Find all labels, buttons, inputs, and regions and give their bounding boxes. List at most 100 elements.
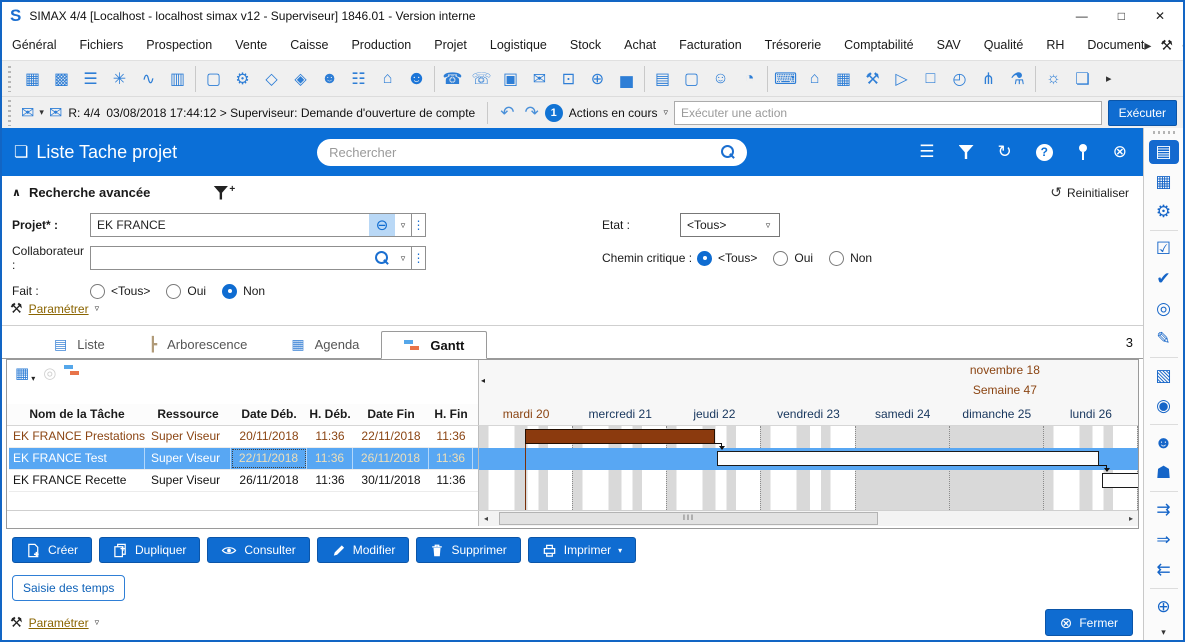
timeline-collapse-icon[interactable]: ◂ [481, 376, 485, 385]
planning-grid-icon[interactable]: ▩ [47, 66, 76, 92]
undo-icon[interactable]: ↶ [500, 103, 514, 123]
scheduler-icon[interactable]: ◴ [945, 66, 974, 92]
view-button[interactable]: Consulter [207, 537, 309, 563]
collaborateur-options-button[interactable]: ⋮ [412, 246, 426, 270]
mail-flash-icon[interactable]: ✉ [49, 103, 62, 123]
factory-icon[interactable]: ⌂ [800, 66, 829, 92]
radio-tous[interactable]: <Tous> [697, 251, 757, 266]
wrench-tool-icon[interactable]: ⚒ [858, 66, 887, 92]
document-time-icon[interactable]: ◔ [735, 66, 764, 92]
execute-button[interactable]: Exécuter [1108, 100, 1177, 126]
edit-button[interactable]: Modifier [317, 537, 410, 563]
close-button[interactable]: ✕ [1155, 9, 1165, 23]
menu-rh[interactable]: RH [1046, 38, 1064, 52]
chart-curve-icon[interactable]: ∿ [134, 66, 163, 92]
minimize-button[interactable]: — [1076, 9, 1088, 23]
blocks-icon[interactable]: ▧ [1149, 364, 1179, 388]
shield-user-icon[interactable]: ☗ [1149, 461, 1179, 485]
create-button[interactable]: Créer [12, 537, 92, 563]
calendar-icon[interactable]: ▦ [18, 66, 47, 92]
menu-général[interactable]: Général [12, 38, 56, 52]
parametrer-link-top[interactable]: ⚒ Paramétrer ▿ [10, 300, 99, 317]
menu-trésorerie[interactable]: Trésorerie [765, 38, 822, 52]
tag-icon[interactable]: ◈ [286, 66, 315, 92]
save-validate-icon[interactable]: ✔ [1149, 267, 1179, 291]
task-bar-1[interactable] [717, 451, 1099, 466]
import-flow-icon[interactable]: ⇇ [1149, 558, 1179, 582]
sidebar-more-icon[interactable]: ▾ [1161, 627, 1166, 638]
tiles-icon[interactable]: ▦ [829, 66, 858, 92]
filter-icon[interactable] [959, 145, 974, 159]
menu-comptabilité[interactable]: Comptabilité [844, 38, 913, 52]
table-row[interactable]: EK FRANCE RecetteSuper Viseur26/11/20181… [9, 470, 478, 492]
menu-sav[interactable]: SAV [937, 38, 961, 52]
gantt-calendar-caret-icon[interactable]: ▾ [31, 374, 35, 383]
menu-fichiers[interactable]: Fichiers [79, 38, 123, 52]
cashier-icon[interactable]: ⌨ [771, 66, 800, 92]
menu-stock[interactable]: Stock [570, 38, 601, 52]
actions-in-progress-label[interactable]: Actions en cours [569, 106, 658, 120]
task-bar-0[interactable] [525, 429, 715, 444]
scroll-right-icon[interactable]: ▸ [1124, 514, 1138, 523]
menu-logistique[interactable]: Logistique [490, 38, 547, 52]
tab-arborescence[interactable]: ┣Arborescence [127, 330, 270, 358]
validate-icon[interactable]: ☑ [1149, 237, 1179, 261]
new-mail-icon[interactable]: ✉ [21, 103, 34, 123]
refresh-icon[interactable]: ↻ [998, 142, 1012, 162]
stop-icon[interactable]: □ [916, 66, 945, 92]
menu-prospection[interactable]: Prospection [146, 38, 212, 52]
workflow-tree-icon[interactable]: ⋔ [974, 66, 1003, 92]
reset-link[interactable]: ↺ Reinitialiser [1050, 184, 1133, 201]
menu-projet[interactable]: Projet [434, 38, 467, 52]
transfer-flow-icon[interactable]: ⇒ [1149, 528, 1179, 552]
pin-icon[interactable] [1077, 144, 1089, 161]
etat-select[interactable]: <Tous> ▿ [680, 213, 780, 237]
settings-gear-icon[interactable]: ⚙ [1149, 200, 1179, 224]
sidebar-grip[interactable] [1153, 131, 1175, 134]
settings-gear-icon[interactable]: ⚙ [228, 66, 257, 92]
delete-button[interactable]: Supprimer [416, 537, 520, 563]
menu-icon[interactable]: ☰ [919, 142, 934, 162]
stats-icon[interactable]: ▥ [163, 66, 192, 92]
store-icon[interactable]: ⌂ [373, 66, 402, 92]
mail-caret-icon[interactable]: ▾ [39, 107, 44, 118]
briefcase-icon[interactable]: ▣ [496, 66, 525, 92]
meeting-icon[interactable]: ☺ [706, 66, 735, 92]
chart-bars-icon[interactable]: ▅ [612, 66, 641, 92]
search-input[interactable] [329, 145, 721, 160]
actions-caret-icon[interactable]: ▿ [663, 107, 668, 118]
agenda-eye-icon[interactable]: ◉ [1149, 394, 1179, 418]
phone-forward-icon[interactable]: ☏ [467, 66, 496, 92]
play-icon[interactable]: ▷ [887, 66, 916, 92]
document-icon[interactable]: ▤ [648, 66, 677, 92]
gantt-hscrollbar[interactable]: ◂ ‖‖‖ ▸ [479, 511, 1138, 526]
menu-qualité[interactable]: Qualité [984, 38, 1024, 52]
promo-tag-icon[interactable]: ◇ [257, 66, 286, 92]
table-view-icon[interactable]: ▦ [1149, 170, 1179, 194]
approve-circle-icon[interactable]: ◎ [1149, 297, 1179, 321]
projet-dropdown-icon[interactable]: ▿ [395, 220, 411, 231]
table-row[interactable]: EK FRANCE PrestationsSuper Viseur20/11/2… [9, 426, 478, 448]
scroll-left-icon[interactable]: ◂ [479, 514, 493, 523]
print-button[interactable]: Imprimer ▾ [528, 537, 636, 563]
panel-list-icon[interactable]: ▤ [1149, 140, 1179, 164]
radio-oui[interactable]: Oui [166, 284, 206, 299]
gantt-scale-icon[interactable]: ◎ [43, 364, 56, 382]
phone-add-icon[interactable]: ☎ [438, 66, 467, 92]
menu-vente[interactable]: Vente [235, 38, 267, 52]
help-icon[interactable]: ? [1036, 144, 1053, 161]
paint-icon[interactable]: ✎ [1149, 327, 1179, 351]
tab-liste[interactable]: ▤Liste [32, 330, 127, 358]
advanced-search-title[interactable]: Recherche avancée [29, 185, 150, 200]
menu-achat[interactable]: Achat [624, 38, 656, 52]
radio-non[interactable]: Non [829, 251, 872, 266]
collaborateur-dropdown-icon[interactable]: ▿ [395, 253, 411, 264]
tab-gantt[interactable]: Gantt [381, 331, 487, 359]
filter-add-icon[interactable]: + [213, 186, 235, 200]
idea-icon[interactable]: ☼ [1039, 66, 1068, 92]
clear-selection-button[interactable]: ⊖ [369, 214, 395, 236]
parametrer-link-bottom[interactable]: ⚒ Paramétrer ▿ [10, 614, 99, 631]
projet-input[interactable] [91, 214, 369, 236]
maximize-button[interactable]: □ [1118, 9, 1125, 23]
burst-icon[interactable]: ✳ [105, 66, 134, 92]
